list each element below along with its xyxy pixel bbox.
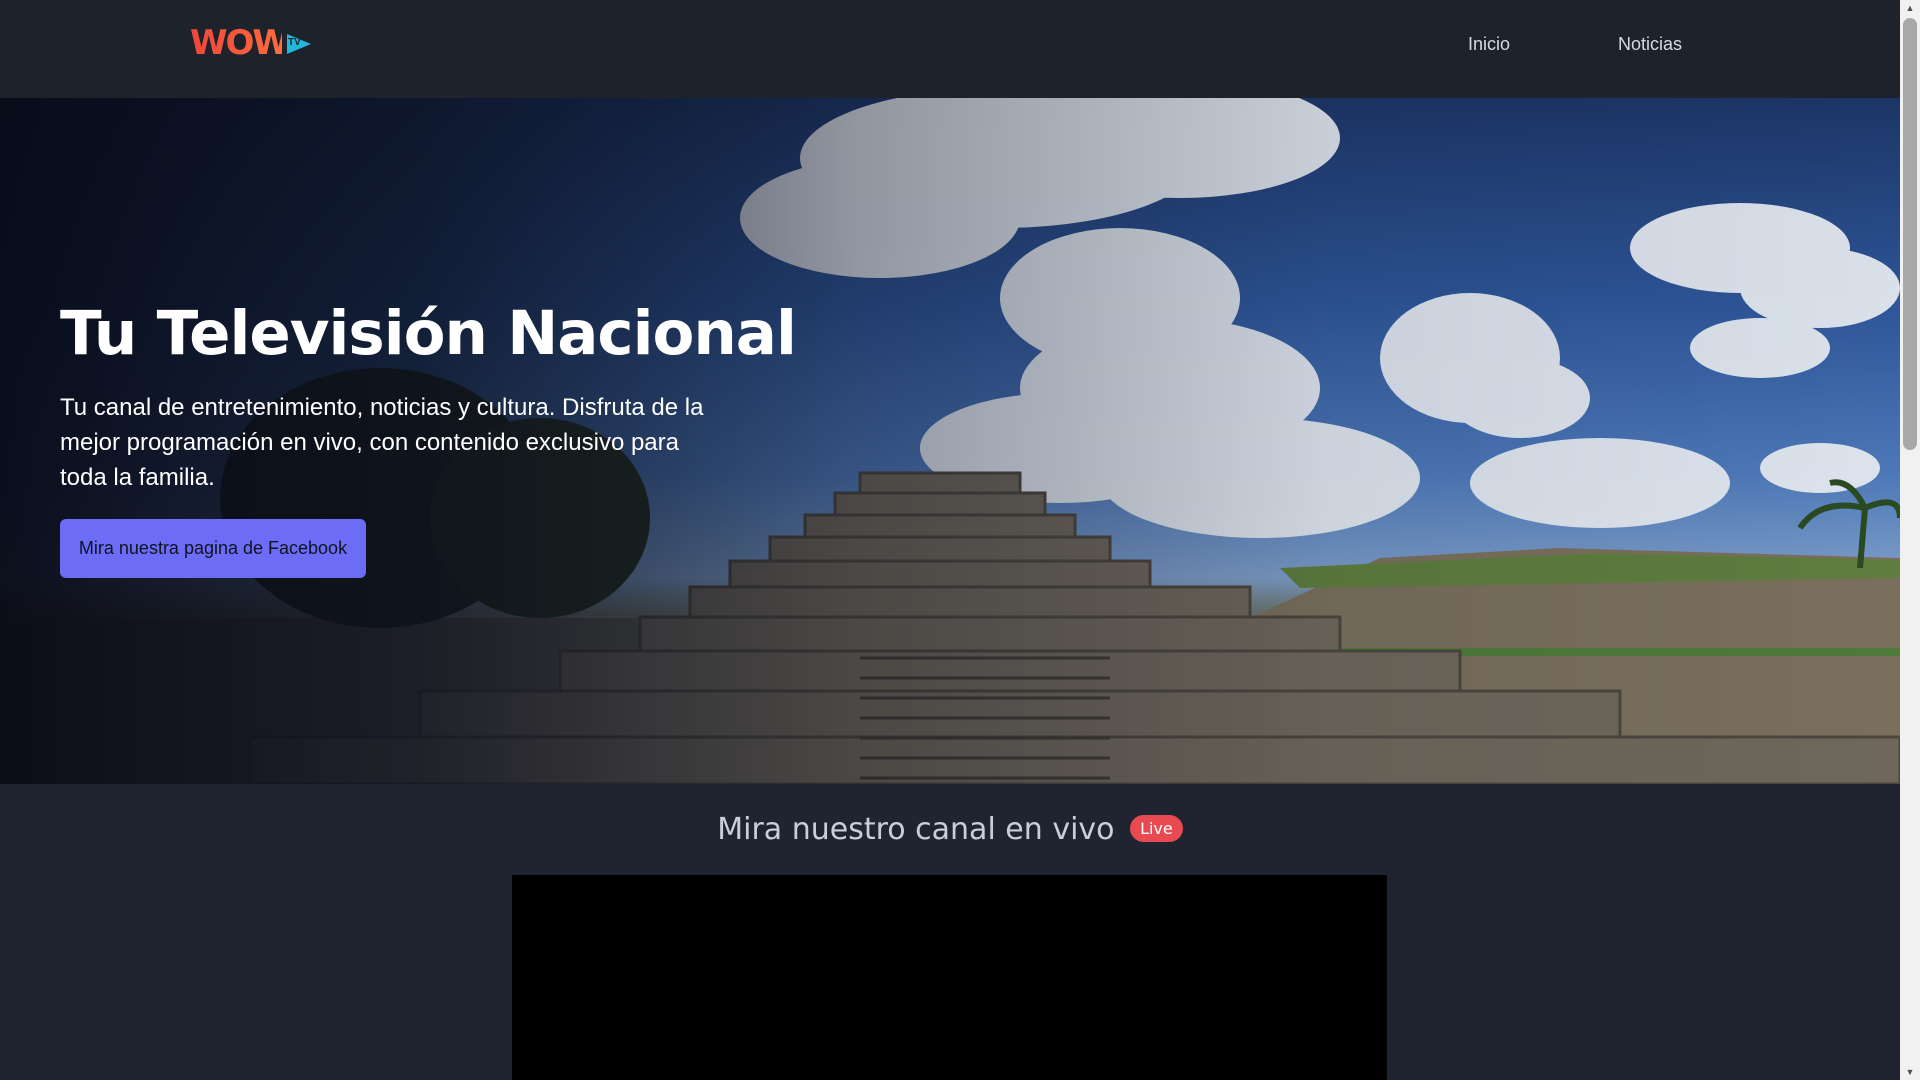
- top-navbar: WOW TV Inicio Noticias: [0, 0, 1900, 98]
- hero-title: Tu Televisión Nacional: [60, 298, 797, 369]
- site-logo[interactable]: WOW TV: [190, 23, 313, 64]
- facebook-page-button[interactable]: Mira nuestra pagina de Facebook: [60, 519, 366, 578]
- nav-link-noticias[interactable]: Noticias: [1618, 34, 1682, 55]
- live-section-heading: Mira nuestro canal en vivo Live: [0, 812, 1900, 847]
- logo-wordmark-graphic: WOW: [190, 23, 291, 63]
- scroll-down-arrow-icon[interactable]: ▼: [1900, 1064, 1920, 1080]
- hero-description: Tu canal de entretenimiento, noticias y …: [60, 394, 704, 491]
- live-badge: Live: [1130, 815, 1183, 842]
- live-heading-text: Mira nuestro canal en vivo: [717, 812, 1115, 847]
- svg-text:WOW: WOW: [190, 24, 282, 58]
- hero-banner: Tu Televisión Nacional Tu canal de entre…: [0, 98, 1900, 784]
- logo-wordmark: WOW: [190, 23, 291, 64]
- live-video-player[interactable]: [512, 875, 1387, 1080]
- logo-tv-badge: TV: [288, 37, 301, 48]
- play-triangle-icon: TV: [285, 30, 313, 58]
- nav-link-inicio[interactable]: Inicio: [1468, 34, 1510, 55]
- scrollbar-thumb[interactable]: [1903, 18, 1917, 450]
- vertical-scrollbar[interactable]: ▲ ▼: [1900, 0, 1920, 1080]
- scroll-up-arrow-icon[interactable]: ▲: [1900, 0, 1920, 16]
- page: WOW TV Inicio Noticias Tu Televisión Nac…: [0, 0, 1900, 1080]
